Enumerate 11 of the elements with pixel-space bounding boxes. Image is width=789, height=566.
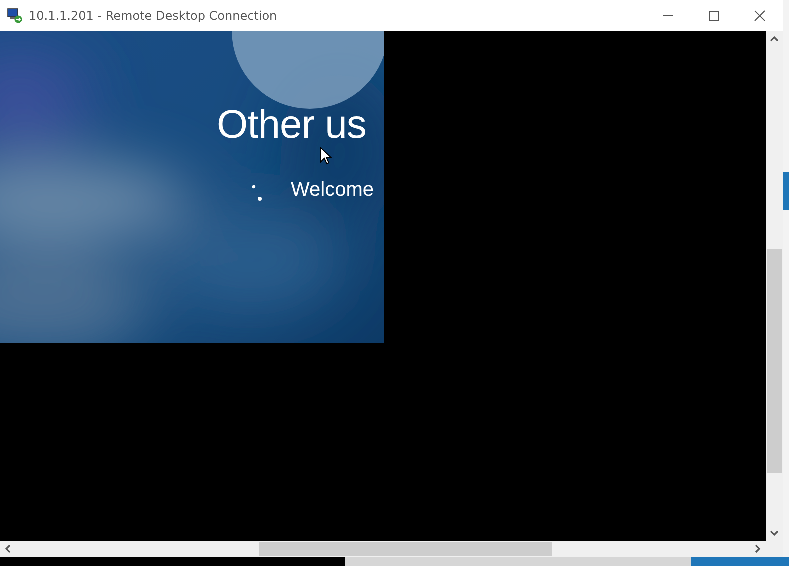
remote-desktop-icon [7,8,23,24]
vertical-scrollbar[interactable] [766,31,783,541]
window-title: 10.1.1.201 - Remote Desktop Connection [29,8,278,22]
close-icon [754,10,766,22]
mouse-pointer-icon [320,147,332,165]
minimize-icon [663,15,673,16]
maximize-icon [708,10,720,22]
user-heading: Other us [217,102,366,149]
scrollbar-thumb[interactable] [259,542,552,556]
scrollbar-thumb[interactable] [767,249,782,473]
welcome-text: Welcome [291,178,374,203]
